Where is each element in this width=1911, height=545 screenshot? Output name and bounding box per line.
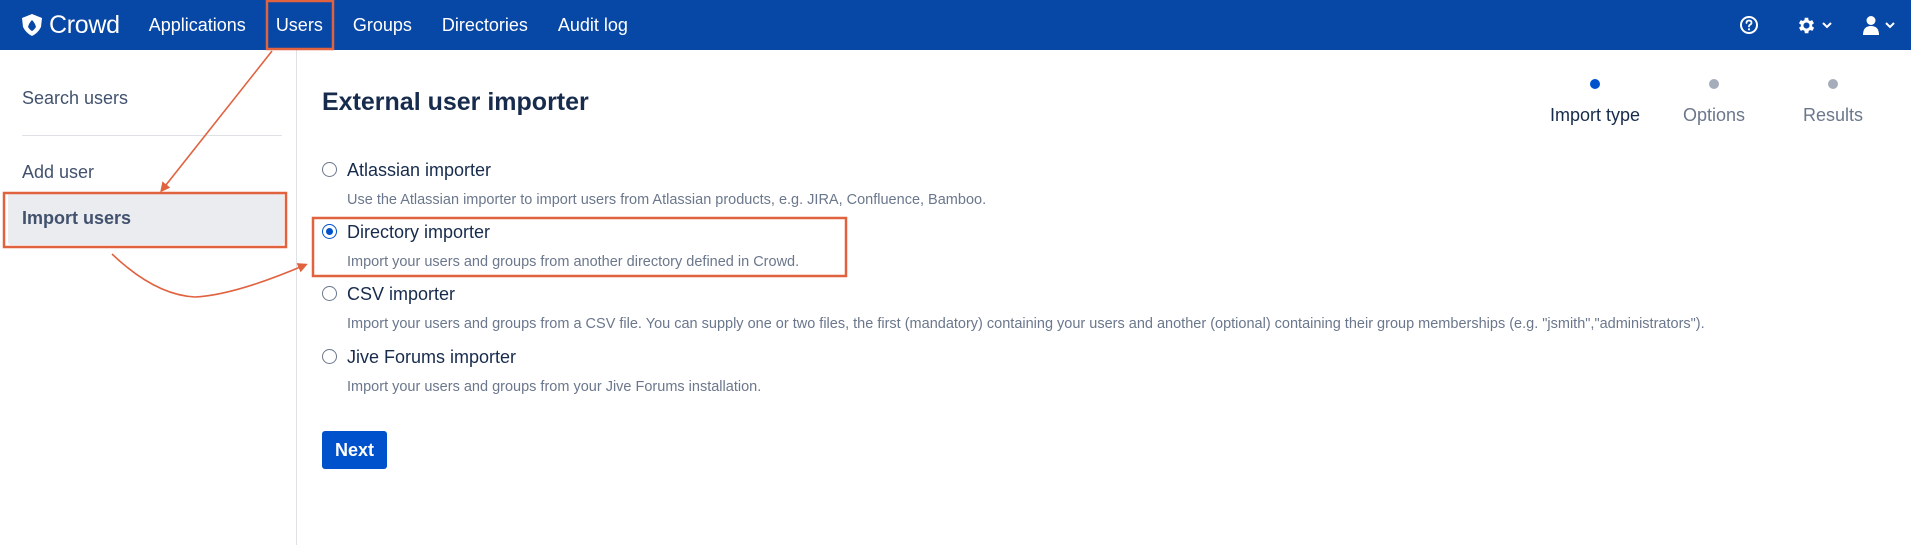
option-description: Import your users and groups from anothe… xyxy=(347,254,800,270)
help-button[interactable] xyxy=(1739,0,1759,50)
nav-audit-log[interactable]: Audit log xyxy=(543,0,643,50)
option-description: Import your users and groups from your J… xyxy=(347,379,762,395)
nav-applications[interactable]: Applications xyxy=(134,0,261,50)
top-navigation: Crowd Applications Users Groups Director… xyxy=(0,0,1911,50)
nav-groups[interactable]: Groups xyxy=(338,0,427,50)
user-menu[interactable] xyxy=(1862,0,1895,50)
gear-icon xyxy=(1798,17,1815,33)
settings-menu[interactable] xyxy=(1796,0,1832,50)
sidebar-item-add-user[interactable]: Add user xyxy=(22,162,94,183)
step-import-type: Import type xyxy=(1540,74,1650,126)
option-description: Import your users and groups from a CSV … xyxy=(347,316,1705,332)
step-dot-active xyxy=(1590,79,1600,89)
option-label[interactable]: Jive Forums importer xyxy=(347,347,516,368)
step-results: Results xyxy=(1778,74,1888,126)
sidebar-item-search-users[interactable]: Search users xyxy=(22,88,128,109)
step-dot xyxy=(1709,79,1719,89)
chevron-down-icon xyxy=(1822,21,1832,28)
atlassian-importer-radio[interactable] xyxy=(322,162,337,177)
help-icon xyxy=(1740,16,1758,34)
crowd-logo-icon xyxy=(22,14,42,36)
nav-directories[interactable]: Directories xyxy=(427,0,543,50)
step-label: Options xyxy=(1682,105,1746,125)
csv-importer-radio[interactable] xyxy=(322,286,337,301)
page-title: External user importer xyxy=(322,88,589,116)
option-label[interactable]: CSV importer xyxy=(347,284,455,305)
sidebar-item-label: Import users xyxy=(22,208,132,228)
nav-users[interactable]: Users xyxy=(261,0,338,50)
chevron-down-icon xyxy=(1885,21,1895,28)
crowd-logo[interactable]: Crowd xyxy=(22,11,120,40)
step-label: Import type xyxy=(1549,105,1641,125)
app-name: Crowd xyxy=(49,10,120,39)
step-dot xyxy=(1828,79,1838,89)
user-icon xyxy=(1863,16,1879,35)
step-options: Options xyxy=(1659,74,1769,126)
next-button[interactable]: Next xyxy=(322,431,387,469)
directory-importer-radio[interactable] xyxy=(322,224,337,239)
progress-stepper: Import type Options Results xyxy=(1540,74,1863,134)
sidebar: Search users Add user Import users xyxy=(0,50,297,545)
step-label: Results xyxy=(1802,105,1864,125)
nav-right-actions xyxy=(1739,0,1911,50)
jive-forums-importer-radio[interactable] xyxy=(322,349,337,364)
option-description: Use the Atlassian importer to import use… xyxy=(347,192,987,208)
sidebar-item-import-users[interactable]: Import users xyxy=(8,193,284,245)
option-label[interactable]: Atlassian importer xyxy=(347,160,491,181)
option-label[interactable]: Directory importer xyxy=(347,222,490,243)
sidebar-divider xyxy=(22,135,282,136)
